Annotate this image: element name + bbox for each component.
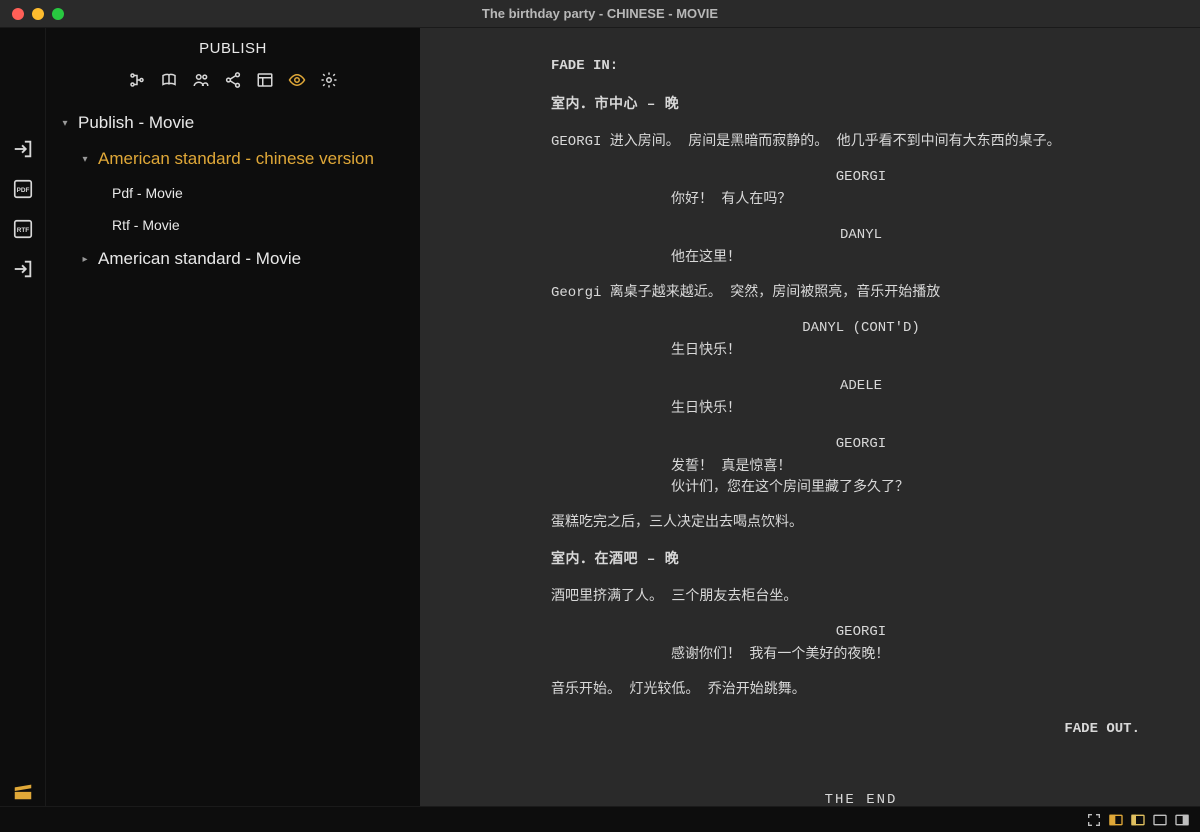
dialogue-line: 生日快乐！ xyxy=(671,399,1021,420)
window-controls xyxy=(0,8,64,20)
scene-heading: 室内．在酒吧 – 晚 xyxy=(551,550,1140,571)
maximize-window-button[interactable] xyxy=(52,8,64,20)
share-icon[interactable] xyxy=(224,71,242,89)
tree-item-american-standard-chinese[interactable]: ▾ American standard - chinese version xyxy=(54,141,412,177)
panel-left-icon[interactable] xyxy=(1108,812,1124,828)
action-line: GEORGI 进入房间。 房间是黑暗而寂静的。 他几乎看不到中间有大东西的桌子。 xyxy=(551,132,1140,153)
app-window: The birthday party - CHINESE - MOVIE PDF… xyxy=(0,0,1200,832)
sidebar-header: PUBLISH xyxy=(46,28,420,65)
panel-single-icon[interactable] xyxy=(1152,812,1168,828)
character-cue: GEORGI xyxy=(731,167,991,188)
body: PDF RTF PUBLISH xyxy=(0,28,1200,806)
character-cue: GEORGI xyxy=(731,622,991,643)
script-body: FADE IN: 室内．市中心 – 晚 GEORGI 进入房间。 房间是黑暗而寂… xyxy=(551,56,1140,806)
window-title: The birthday party - CHINESE - MOVIE xyxy=(0,6,1200,21)
the-end: THE END xyxy=(731,790,991,806)
statusbar xyxy=(0,806,1200,832)
action-line: Georgi 离桌子越来越近。 突然，房间被照亮，音乐开始播放 xyxy=(551,283,1140,304)
import-icon[interactable] xyxy=(12,258,34,280)
tree-label: Publish - Movie xyxy=(78,113,194,133)
chevron-down-icon: ▾ xyxy=(78,154,92,165)
sidebar: PUBLISH ▾ Publish - Movie ▾ American sta… xyxy=(46,28,421,806)
panel-right-icon[interactable] xyxy=(1174,812,1190,828)
layout-icon[interactable] xyxy=(256,71,274,89)
svg-text:RTF: RTF xyxy=(16,227,29,234)
titlebar: The birthday party - CHINESE - MOVIE xyxy=(0,0,1200,28)
tree-icon[interactable] xyxy=(128,71,146,89)
dialogue-line: 你好！ 有人在吗？ xyxy=(671,190,1021,211)
transition-fade-in: FADE IN: xyxy=(551,56,1140,77)
eye-icon[interactable] xyxy=(288,71,306,89)
publish-tree: ▾ Publish - Movie ▾ American standard - … xyxy=(46,101,420,281)
clapper-icon[interactable] xyxy=(12,780,34,802)
dialogue-line: 感谢你们！ 我有一个美好的夜晚！ xyxy=(671,645,1021,666)
character-cue: GEORGI xyxy=(731,434,991,455)
scene-heading: 室内．市中心 – 晚 xyxy=(551,95,1140,116)
tree-label: American standard - chinese version xyxy=(98,149,374,169)
pdf-icon[interactable]: PDF xyxy=(12,178,34,200)
fullscreen-icon[interactable] xyxy=(1086,812,1102,828)
tree-label: Rtf - Movie xyxy=(112,217,180,233)
action-line: 酒吧里挤满了人。 三个朋友去柜台坐。 xyxy=(551,587,1140,608)
action-line: 音乐开始。 灯光较低。 乔治开始跳舞。 xyxy=(551,680,1140,701)
sidebar-toolbar xyxy=(46,65,420,101)
export-icon[interactable] xyxy=(12,138,34,160)
rtf-icon[interactable]: RTF xyxy=(12,218,34,240)
tree-item-american-standard-movie[interactable]: ▸ American standard - Movie xyxy=(54,241,412,277)
panel-left-alt-icon[interactable] xyxy=(1130,812,1146,828)
dialogue-line: 发誓！ 真是惊喜！ 伙计们，您在这个房间里藏了多久了？ xyxy=(671,457,1021,499)
dialogue-line: 生日快乐！ xyxy=(671,341,1021,362)
tree-item-publish-movie[interactable]: ▾ Publish - Movie xyxy=(54,105,412,141)
tree-item-rtf-movie[interactable]: Rtf - Movie xyxy=(54,209,412,241)
book-icon[interactable] xyxy=(160,71,178,89)
character-cue: DANYL xyxy=(731,225,991,246)
tree-label: American standard - Movie xyxy=(98,249,301,269)
transition-fade-out: FADE OUT. xyxy=(551,719,1140,740)
character-cue: DANYL (CONT'D) xyxy=(731,318,991,339)
action-line: 蛋糕吃完之后，三人决定出去喝点饮料。 xyxy=(551,513,1140,534)
tree-item-pdf-movie[interactable]: Pdf - Movie xyxy=(54,177,412,209)
gear-icon[interactable] xyxy=(320,71,338,89)
character-cue: ADELE xyxy=(731,376,991,397)
chevron-down-icon: ▾ xyxy=(58,118,72,129)
users-icon[interactable] xyxy=(192,71,210,89)
script-preview[interactable]: FADE IN: 室内．市中心 – 晚 GEORGI 进入房间。 房间是黑暗而寂… xyxy=(421,28,1200,806)
chevron-right-icon: ▸ xyxy=(78,254,92,265)
svg-text:PDF: PDF xyxy=(16,187,29,194)
dialogue-line: 他在这里！ xyxy=(671,248,1021,269)
left-rail: PDF RTF xyxy=(0,28,46,806)
close-window-button[interactable] xyxy=(12,8,24,20)
minimize-window-button[interactable] xyxy=(32,8,44,20)
tree-label: Pdf - Movie xyxy=(112,185,183,201)
